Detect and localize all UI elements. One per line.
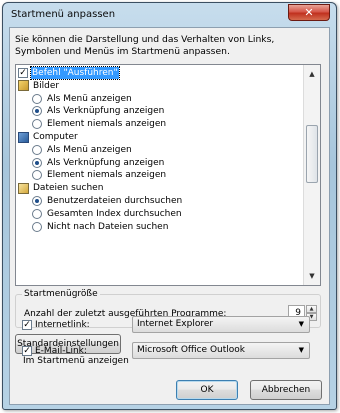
start-menu-size-title: Startmenügröße xyxy=(22,289,100,299)
list-item-radio[interactable]: Als Verknüpfung anzeigen xyxy=(32,157,165,169)
spin-up-icon[interactable]: ▲ xyxy=(306,305,317,313)
dropdown-arrow-icon: ▼ xyxy=(298,320,304,328)
list-item-radio[interactable]: Als Menü anzeigen xyxy=(32,93,133,105)
list-item-label: Element niemals anzeigen xyxy=(47,170,167,181)
scroll-down-arrow-icon[interactable]: ▼ xyxy=(304,268,320,284)
list-group-header: Computer xyxy=(18,131,79,143)
radio-button[interactable] xyxy=(32,196,42,206)
description-text: Sie können die Darstellung und das Verha… xyxy=(15,34,275,57)
radio-button[interactable] xyxy=(32,93,42,104)
email-link-label: E-Mail-Link: xyxy=(35,346,87,356)
scroll-up-arrow-icon[interactable]: ▲ xyxy=(304,66,320,82)
list-item-radio[interactable]: Gesamten Index durchsuchen xyxy=(32,208,183,220)
list-item-label: Element niemals anzeigen xyxy=(47,119,167,130)
list-item-radio[interactable]: Als Verknüpfung anzeigen xyxy=(32,105,165,117)
close-button[interactable]: ✕ xyxy=(288,4,330,21)
dropdown-arrow-icon: ▼ xyxy=(298,346,304,354)
internet-link-dropdown[interactable]: Internet Explorer ▼ xyxy=(132,316,310,333)
radio-button[interactable] xyxy=(32,106,42,117)
scroll-thumb[interactable] xyxy=(306,125,318,183)
list-item-label: Als Verknüpfung anzeigen xyxy=(47,157,165,168)
cancel-button[interactable]: Abbrechen xyxy=(250,380,322,400)
list-item-label: Dateien suchen xyxy=(33,183,104,194)
options-list[interactable]: ✓ Befehl "Ausführen" Bilder Als Menü anzeig… xyxy=(15,64,321,286)
show-in-start-menu-title: Im Startmenü anzeigen xyxy=(21,356,131,366)
internet-link-checkbox[interactable]: ✓ xyxy=(22,320,32,330)
list-item-label: Als Menü anzeigen xyxy=(47,93,132,104)
email-link-dropdown[interactable]: Microsoft Office Outlook ▼ xyxy=(132,342,310,359)
internet-link-label: Internetlink: xyxy=(35,320,90,330)
list-item-radio[interactable]: Element niemals anzeigen xyxy=(32,118,167,130)
radio-button[interactable] xyxy=(32,157,42,168)
list-item-label: Befehl "Ausführen" xyxy=(30,66,120,80)
radio-button[interactable] xyxy=(32,170,42,181)
email-link-value: Microsoft Office Outlook xyxy=(137,345,245,355)
list-group-header: Bilder xyxy=(18,80,60,92)
list-item-radio[interactable]: Element niemals anzeigen xyxy=(32,169,167,181)
vertical-scrollbar[interactable]: ▲ ▼ xyxy=(303,65,320,285)
options-list-content: ✓ Befehl "Ausführen" Bilder Als Menü anzeig… xyxy=(16,65,304,285)
ok-button[interactable]: OK xyxy=(176,380,238,400)
list-item-label: Bilder xyxy=(33,80,60,91)
list-item-label: Als Verknüpfung anzeigen xyxy=(47,106,165,117)
internet-link-checkbox-row[interactable]: ✓ Internetlink: xyxy=(22,320,90,330)
list-item-radio[interactable]: Benutzerdateien durchsuchen xyxy=(32,195,183,207)
title-bar[interactable]: Startmenü anpassen ✕ xyxy=(3,3,336,27)
list-item-label: Nicht nach Dateien suchen xyxy=(47,221,169,232)
window-title: Startmenü anpassen xyxy=(11,9,116,20)
list-checkbox[interactable]: ✓ xyxy=(18,68,28,78)
list-group-header: Dateien suchen xyxy=(18,182,104,194)
search-files-icon xyxy=(18,182,29,194)
email-link-checkbox[interactable]: ✓ xyxy=(22,346,32,356)
list-item-radio[interactable]: Als Menü anzeigen xyxy=(32,144,133,156)
radio-button[interactable] xyxy=(32,221,42,232)
list-item-checkbox[interactable]: ✓ Befehl "Ausführen" xyxy=(18,66,120,80)
list-item-label: Computer xyxy=(33,132,78,142)
list-item-label: Als Menü anzeigen xyxy=(47,144,132,155)
radio-button[interactable] xyxy=(32,119,42,130)
radio-button[interactable] xyxy=(32,208,42,219)
radio-button[interactable] xyxy=(32,144,42,155)
list-item-label: Benutzerdateien durchsuchen xyxy=(47,196,183,206)
internet-link-value: Internet Explorer xyxy=(137,319,214,329)
computer-icon xyxy=(18,131,29,143)
list-item-radio[interactable]: Nicht nach Dateien suchen xyxy=(32,221,169,233)
list-item-label: Gesamten Index durchsuchen xyxy=(47,208,182,219)
email-link-checkbox-row[interactable]: ✓ E-Mail-Link: xyxy=(22,346,87,356)
pictures-folder-icon xyxy=(18,80,29,92)
